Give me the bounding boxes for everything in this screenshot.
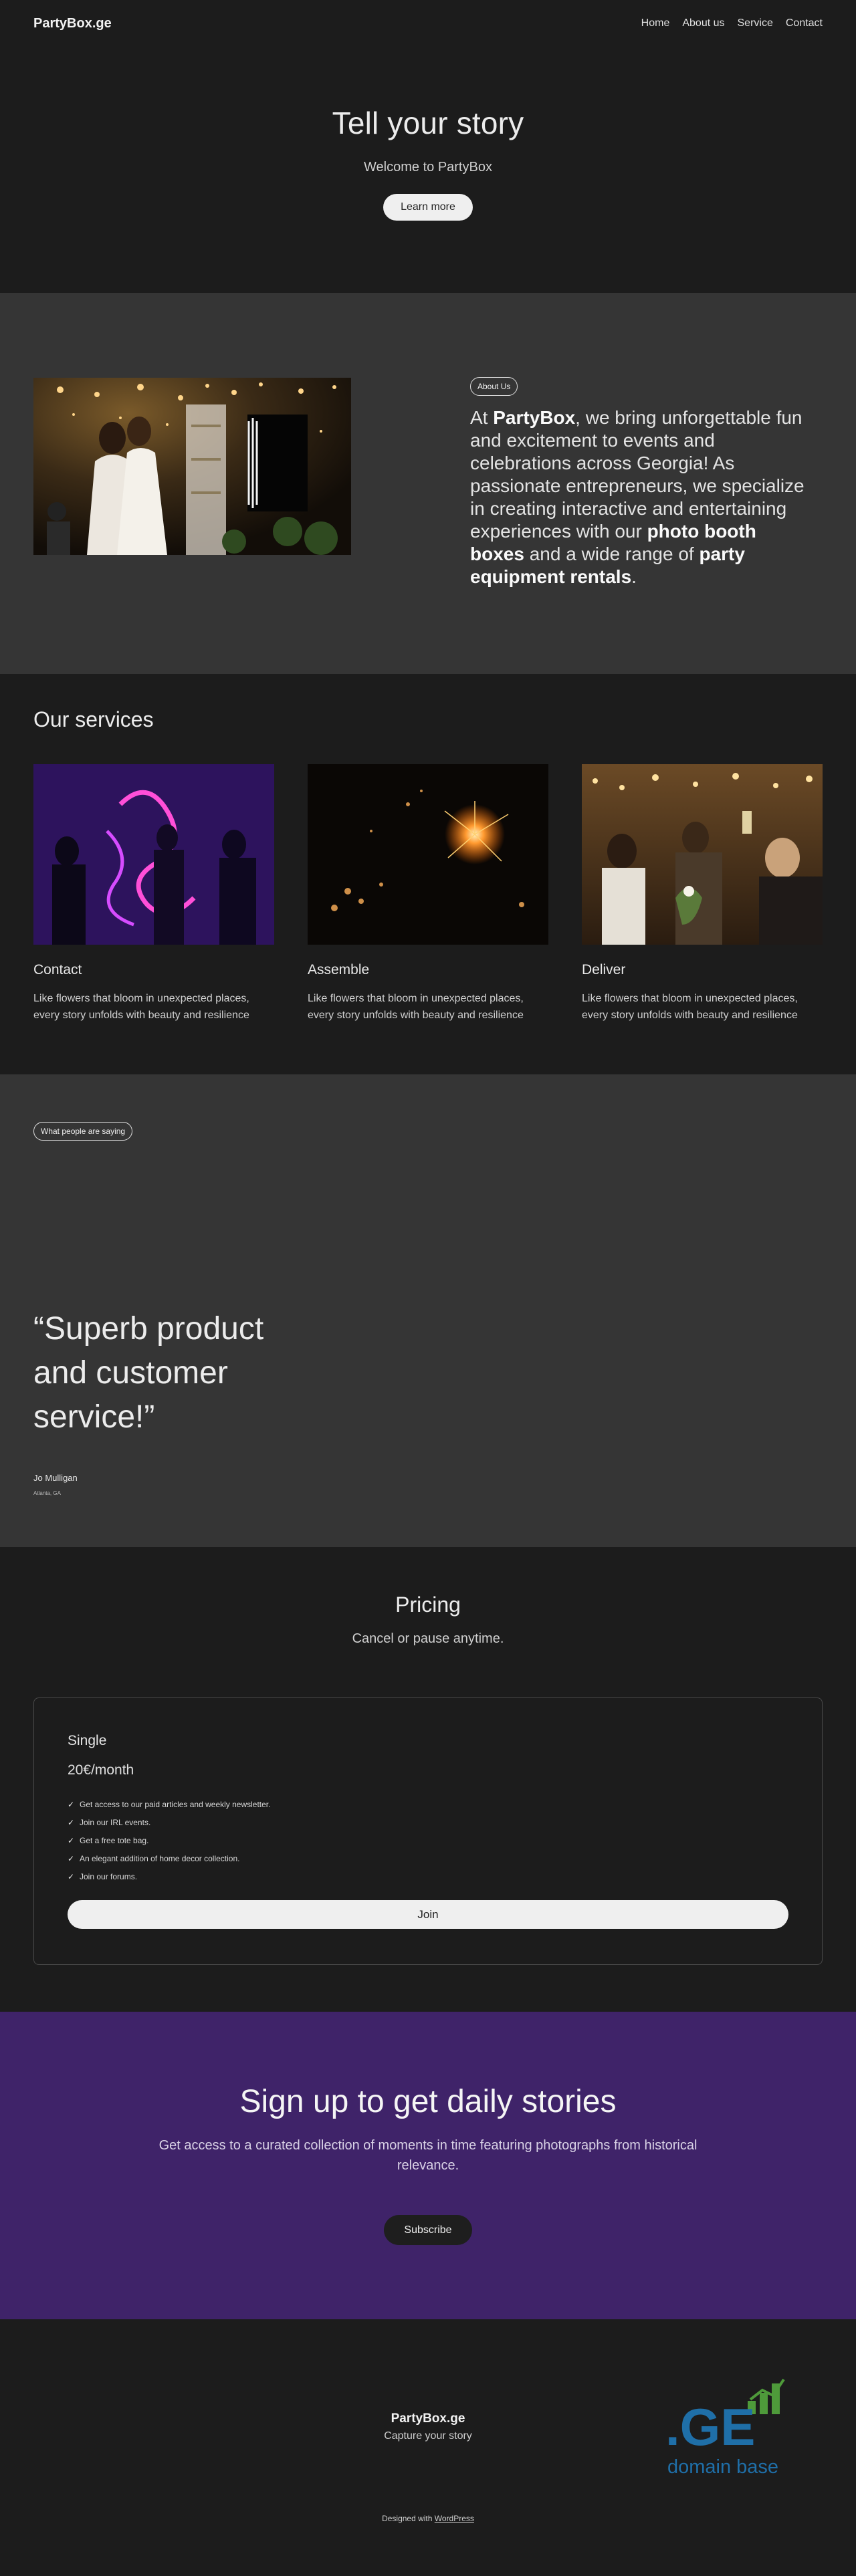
nav-contact[interactable]: Contact (786, 17, 823, 29)
about-us-tag: About Us (470, 377, 518, 396)
wordpress-link[interactable]: WordPress (435, 2514, 474, 2523)
footer-credit: Designed with WordPress (382, 2514, 474, 2523)
site-footer: PartyBox.ge Capture your story Designed … (0, 2319, 856, 2576)
pricing-title: Pricing (395, 1593, 461, 1617)
learn-more-button[interactable]: Learn more (383, 194, 473, 221)
service-title: Contact (33, 962, 82, 977)
signup-title: Sign up to get daily stories (239, 2084, 617, 2119)
check-icon: ✓ (68, 1854, 75, 1863)
check-icon: ✓ (68, 1800, 75, 1809)
check-icon: ✓ (68, 1818, 75, 1827)
nav-service[interactable]: Service (738, 17, 773, 29)
feature-item: ✓ Join our forums. (68, 1868, 270, 1886)
services-section: Our services Contact Like flowers that b (0, 674, 856, 1074)
service-description: Like flowers that bloom in unexpected pl… (33, 993, 249, 1021)
wedding-photo (33, 378, 351, 555)
domain-base-logo: .GE domain base (662, 2373, 802, 2480)
hero-subtitle: Welcome to PartyBox (364, 160, 492, 174)
testimonial-quote: “Superb product and customer service!” (33, 1311, 264, 1435)
feature-item: ✓ An elegant addition of home decor colle… (68, 1850, 270, 1868)
testimonial-section: What people are saying “Superb product a… (0, 1074, 856, 1547)
service-card-assemble: Assemble Like flowers that bloom in unex… (308, 764, 548, 1024)
domain-base-logo-text: domain base (667, 2456, 778, 2478)
pricing-card: Single 20€/month ✓ Get access to our paid… (33, 1697, 823, 1965)
service-title: Deliver (582, 962, 626, 977)
neon-party-photo (33, 764, 274, 945)
check-icon: ✓ (68, 1872, 75, 1881)
subscribe-button[interactable]: Subscribe (384, 2215, 472, 2245)
feature-item: ✓ Get a free tote bag. (68, 1832, 270, 1850)
about-content: About Us At PartyBox, we bring unforgett… (470, 377, 811, 588)
about-description: At PartyBox, we bring unforgettable fun … (470, 407, 805, 587)
page: PartyBox.ge Home About us Service Contac… (0, 0, 856, 2576)
testimonial-tag: What people are saying (33, 1122, 133, 1141)
testimonial-location: Atlanta, GA (33, 1490, 61, 1496)
testimonial-author: Jo Mulligan (33, 1473, 78, 1483)
service-card-contact: Contact Like flowers that bloom in unexp… (33, 764, 274, 1024)
hero-title: Tell your story (332, 106, 524, 140)
plan-price: 20€/month (68, 1762, 134, 1778)
hero-section: Tell your story Welcome to PartyBox Lear… (0, 47, 856, 293)
service-card-deliver: Deliver Like flowers that bloom in unexp… (582, 764, 823, 1024)
ge-logo-text: .GE (665, 2397, 755, 2456)
signup-section: Sign up to get daily stories Get access … (0, 2012, 856, 2319)
plan-name: Single (68, 1733, 107, 1748)
join-button[interactable]: Join (68, 1900, 788, 1929)
nav-home[interactable]: Home (641, 17, 670, 29)
site-header: PartyBox.ge Home About us Service Contac… (0, 0, 856, 47)
about-section: About Us At PartyBox, we bring unforgett… (0, 293, 856, 674)
feature-item: ✓ Get access to our paid articles and wee… (68, 1796, 270, 1814)
nav-about-us[interactable]: About us (682, 17, 724, 29)
check-icon: ✓ (68, 1836, 75, 1845)
pricing-subtitle: Cancel or pause anytime. (352, 1631, 504, 1646)
signup-subtitle: Get access to a curated collection of mo… (158, 2138, 698, 2173)
brand-highlight: PartyBox (493, 407, 576, 428)
site-logo[interactable]: PartyBox.ge (33, 16, 112, 31)
service-title: Assemble (308, 962, 370, 977)
main-nav: Home About us Service Contact (641, 17, 823, 29)
feature-list: ✓ Get access to our paid articles and wee… (68, 1796, 270, 1886)
sparkler-photo (308, 764, 548, 945)
feature-item: ✓ Join our IRL events. (68, 1814, 270, 1832)
services-title: Our services (33, 707, 154, 731)
service-description: Like flowers that bloom in unexpected pl… (582, 993, 798, 1021)
service-description: Like flowers that bloom in unexpected pl… (308, 993, 524, 1021)
celebration-toast-photo (582, 764, 823, 945)
pricing-section: Pricing Cancel or pause anytime. Single … (0, 1547, 856, 2012)
